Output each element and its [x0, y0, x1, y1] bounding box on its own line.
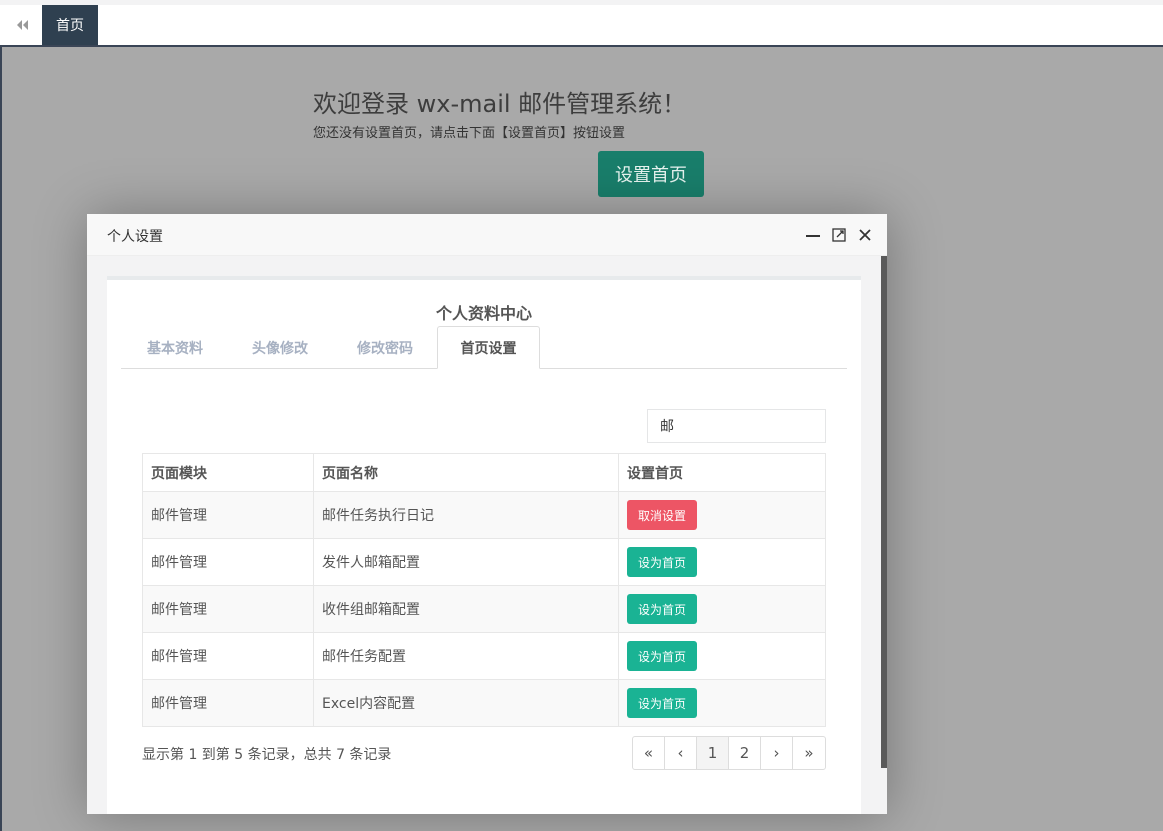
minimize-icon	[806, 235, 820, 237]
tab-password[interactable]: 修改密码	[332, 326, 438, 369]
personal-settings-modal: 个人设置 个人资料中心 基本资料 头像修改 修改密码 首页设置 邮 页面模块 页…	[87, 214, 887, 814]
pager-page-1[interactable]: 1	[697, 737, 729, 769]
cell-module: 邮件管理	[142, 679, 314, 727]
tab-avatar[interactable]: 头像修改	[227, 326, 333, 369]
tab-home-settings[interactable]: 首页设置	[437, 326, 540, 369]
cell-action: 取消设置	[618, 491, 826, 539]
sidebar-edge	[0, 47, 2, 831]
minimize-button[interactable]	[805, 227, 821, 243]
column-header-page-name: 页面名称	[313, 453, 619, 492]
maximize-button[interactable]	[831, 227, 847, 243]
maximize-icon	[832, 228, 846, 242]
cell-action: 设为首页	[618, 632, 826, 680]
pager-first-button[interactable]: «	[633, 737, 665, 769]
top-nav-bar: 首页	[0, 0, 1163, 47]
double-left-arrow-icon	[17, 20, 28, 30]
home-settings-table: 页面模块 页面名称 设置首页 邮件管理 邮件任务执行日记 取消设置 邮件管理 发…	[142, 453, 826, 727]
table-row: 邮件管理 邮件任务执行日记 取消设置	[142, 491, 826, 539]
profile-panel: 个人资料中心 基本资料 头像修改 修改密码 首页设置 页面模块 页面名称 设置首…	[107, 276, 861, 814]
table-row: 邮件管理 发件人邮箱配置 设为首页	[142, 538, 826, 586]
cell-page-name: 收件组邮箱配置	[313, 585, 619, 633]
modal-title: 个人设置	[107, 229, 163, 245]
pager-next-button[interactable]: ›	[761, 737, 793, 769]
cell-action: 设为首页	[618, 585, 826, 633]
cell-module: 邮件管理	[142, 632, 314, 680]
cell-page-name: 邮件任务执行日记	[313, 491, 619, 539]
pager-page-2[interactable]: 2	[729, 737, 761, 769]
welcome-title: 欢迎登录 wx-mail 邮件管理系统！	[313, 90, 687, 118]
set-home-button[interactable]: 设置首页	[598, 151, 704, 197]
set-as-home-button[interactable]: 设为首页	[627, 688, 697, 718]
search-input[interactable]	[647, 409, 826, 443]
modal-header: 个人设置	[87, 214, 887, 256]
modal-controls	[805, 227, 873, 243]
pager-prev-button[interactable]: ‹	[665, 737, 697, 769]
column-header-module: 页面模块	[142, 453, 314, 492]
cell-page-name: Excel内容配置	[313, 679, 619, 727]
tab-home[interactable]: 首页	[42, 5, 98, 45]
cancel-home-button[interactable]: 取消设置	[627, 500, 697, 530]
table-row: 邮件管理 邮件任务配置 设为首页	[142, 632, 826, 680]
welcome-subtitle: 您还没有设置首页，请点击下面【设置首页】按钮设置	[313, 126, 626, 141]
close-button[interactable]	[857, 227, 873, 243]
tab-basic-info[interactable]: 基本资料	[121, 326, 229, 369]
cell-page-name: 邮件任务配置	[313, 632, 619, 680]
cell-page-name: 发件人邮箱配置	[313, 538, 619, 586]
close-icon	[859, 229, 871, 241]
cell-module: 邮件管理	[142, 491, 314, 539]
cell-module: 邮件管理	[142, 538, 314, 586]
cell-action: 设为首页	[618, 538, 826, 586]
pager-last-button[interactable]: »	[793, 737, 825, 769]
table-header-row: 页面模块 页面名称 设置首页	[142, 453, 826, 492]
table-row: 邮件管理 Excel内容配置 设为首页	[142, 679, 826, 727]
table-row: 邮件管理 收件组邮箱配置 设为首页	[142, 585, 826, 633]
set-as-home-button[interactable]: 设为首页	[627, 641, 697, 671]
pagination: « ‹ 1 2 › »	[632, 736, 826, 770]
panel-title: 个人资料中心	[435, 304, 532, 323]
scroll-tabs-left-button[interactable]	[2, 5, 42, 45]
set-as-home-button[interactable]: 设为首页	[627, 594, 697, 624]
profile-tabs: 基本资料 头像修改 修改密码 首页设置	[121, 326, 847, 369]
pagination-info: 显示第 1 到第 5 条记录，总共 7 条记录	[142, 747, 392, 763]
modal-body: 个人资料中心 基本资料 头像修改 修改密码 首页设置 页面模块 页面名称 设置首…	[87, 256, 887, 814]
cell-module: 邮件管理	[142, 585, 314, 633]
cell-action: 设为首页	[618, 679, 826, 727]
modal-scrollbar[interactable]	[881, 256, 887, 768]
column-header-set-home: 设置首页	[618, 453, 826, 492]
set-as-home-button[interactable]: 设为首页	[627, 547, 697, 577]
